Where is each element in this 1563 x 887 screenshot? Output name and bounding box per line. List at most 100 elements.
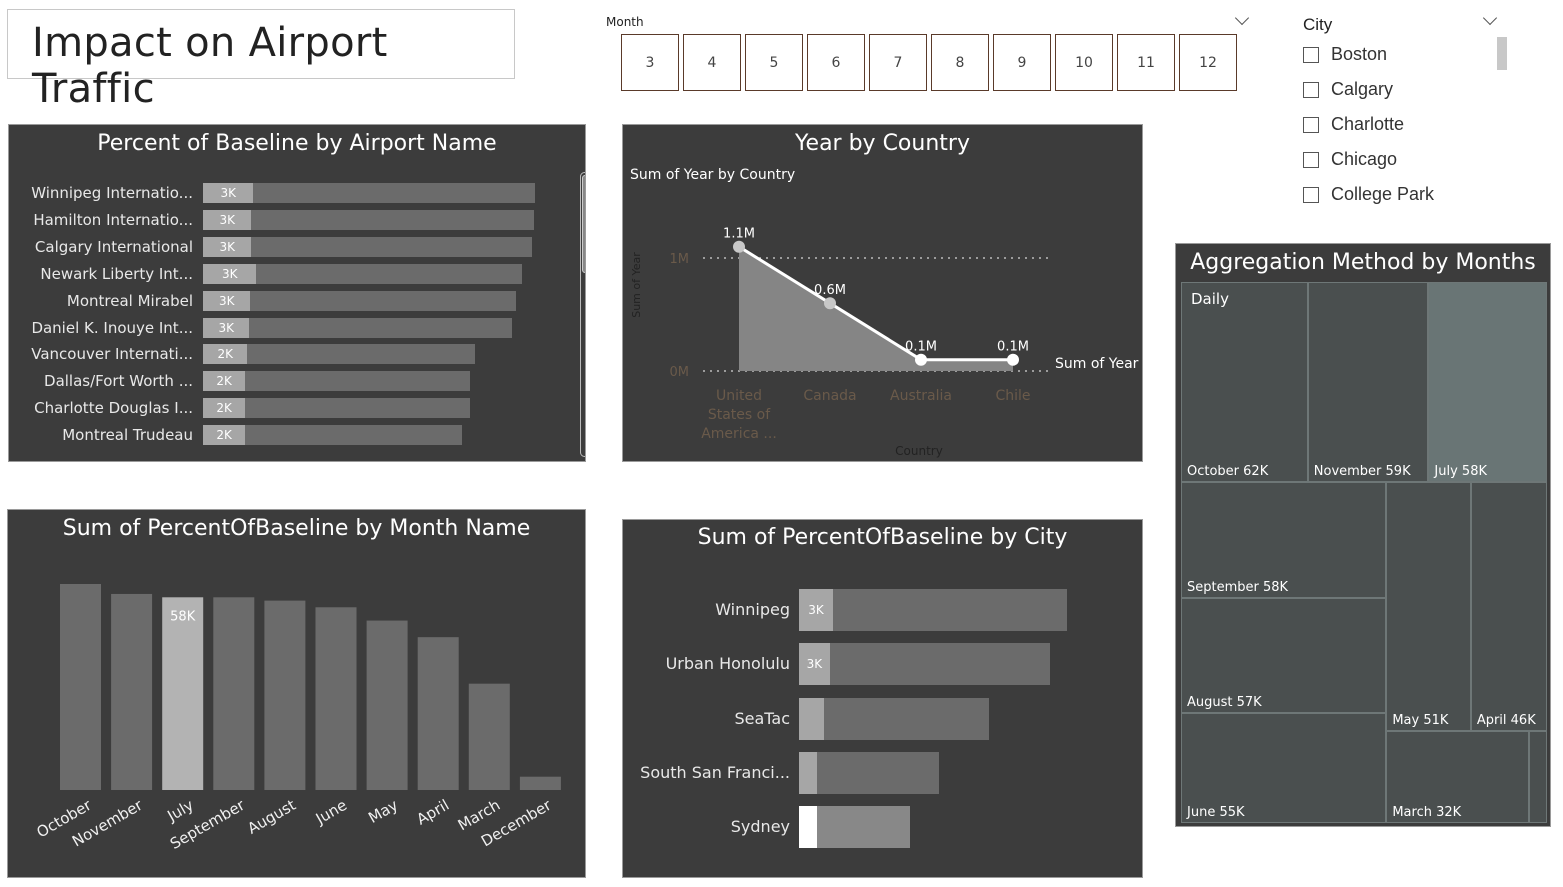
- city-chart-title: Sum of PercentOfBaseline by City: [697, 525, 1068, 550]
- country-value-label: 0.1M: [997, 340, 1029, 355]
- treemap-cell-label: April 46K: [1476, 712, 1536, 728]
- month-bar[interactable]: [264, 600, 306, 790]
- month-option-9[interactable]: 9: [993, 34, 1051, 91]
- month-option-6[interactable]: 6: [807, 34, 865, 91]
- airport-bar-highlight-label: 3K: [203, 209, 252, 230]
- month-bar[interactable]: [315, 607, 357, 790]
- country-point[interactable]: [824, 297, 836, 310]
- airport-bar-highlight-label: 3K: [203, 236, 252, 257]
- city-option-label: Boston: [1331, 44, 1388, 64]
- treemap-cell-november[interactable]: November 59K: [1307, 282, 1429, 482]
- month-x-tick-label: April: [413, 796, 452, 829]
- month-bar-value-label: 58K: [170, 609, 196, 624]
- city-bar-highlight-label: [799, 751, 817, 794]
- checkbox[interactable]: [1303, 46, 1319, 63]
- city-bar-label: SeaTac: [734, 708, 790, 728]
- month-bar[interactable]: [162, 597, 204, 790]
- airport-bar-highlight-label: 3K: [203, 290, 251, 311]
- month-option-11[interactable]: 11: [1117, 34, 1175, 91]
- month-slicer: 3 4 5 6 7 8 9 10 11 12: [621, 34, 1240, 91]
- country-point[interactable]: [733, 240, 745, 253]
- x-axis-title: Country: [895, 444, 943, 458]
- report-title-box: Impact on Airport Traffic: [7, 9, 515, 112]
- month-x-tick-label: June: [312, 796, 350, 828]
- month-option-10[interactable]: 10: [1055, 34, 1113, 91]
- city-bar[interactable]: [799, 589, 1067, 631]
- airport-bar-label: Calgary International: [34, 237, 193, 256]
- airport-bar-label: Charlotte Douglas I...: [34, 399, 193, 418]
- x-tick-label: Canada: [803, 388, 856, 404]
- month-bar[interactable]: [417, 637, 459, 790]
- city-bar-highlight-label: 3K: [799, 589, 834, 631]
- airport-chart-scroll-thumb[interactable]: [582, 175, 585, 273]
- treemap-cell-label: October 62K: [1187, 464, 1269, 479]
- city-bar-highlight-label: [799, 806, 817, 849]
- city-option-calgary[interactable]: Calgary: [1303, 79, 1393, 100]
- month-bar[interactable]: [213, 597, 255, 790]
- month-option-7[interactable]: 7: [869, 34, 927, 91]
- checkbox[interactable]: [1303, 151, 1319, 168]
- month-x-tick-label: July: [163, 796, 196, 826]
- month-option-5[interactable]: 5: [745, 34, 803, 91]
- airport-chart-panel: Percent of Baseline by Airport Name Winn…: [8, 124, 586, 462]
- treemap-cell-may[interactable]: May 51K: [1386, 482, 1471, 731]
- treemap-cell-october[interactable]: October 62K: [1181, 282, 1308, 482]
- city-option-label: College Park: [1331, 184, 1435, 204]
- city-bar-highlight-label: 3K: [799, 643, 830, 686]
- country-point[interactable]: [915, 353, 927, 366]
- month-option-4[interactable]: 4: [683, 34, 741, 91]
- checkbox[interactable]: [1303, 116, 1319, 133]
- y-tick-label: 0M: [670, 365, 690, 380]
- airport-bar-highlight-label: 3K: [203, 263, 257, 284]
- month-bar[interactable]: [519, 776, 561, 790]
- month-slicer-chevron-down-icon[interactable]: [1234, 10, 1250, 26]
- city-slicer-chevron-down-icon[interactable]: [1482, 10, 1498, 26]
- month-option-12[interactable]: 12: [1179, 34, 1237, 91]
- treemap-cell-label: June 55K: [1187, 804, 1245, 820]
- month-chart-panel: Sum of PercentOfBaseline by Month Name O…: [7, 509, 586, 878]
- report-title: Impact on Airport Traffic: [32, 20, 388, 112]
- airport-bar-highlight-label: 3K: [203, 183, 254, 203]
- month-option-3[interactable]: 3: [621, 34, 679, 91]
- treemap-cell-july[interactable]: July 58K: [1428, 282, 1547, 482]
- country-chart-svg: 0M 1M 1.1M United States of America ... 0.6M Ca…: [630, 227, 1139, 458]
- treemap-cell-december[interactable]: [1529, 730, 1547, 823]
- airport-bar-highlight-label: 2K: [203, 425, 246, 446]
- airport-bar-label: Newark Liberty Int...: [40, 264, 193, 283]
- city-option-charlotte[interactable]: Charlotte: [1303, 114, 1404, 135]
- city-bar[interactable]: [799, 643, 1050, 686]
- city-bar-label: Sydney: [730, 817, 790, 837]
- airport-bar-highlight-label: 2K: [203, 371, 246, 392]
- treemap-cell-label: August 57K: [1187, 694, 1262, 710]
- month-bar[interactable]: [468, 683, 510, 790]
- city-bar[interactable]: [799, 697, 990, 740]
- city-option-boston[interactable]: Boston: [1303, 44, 1387, 65]
- treemap-cell-label: March 32K: [1392, 804, 1462, 820]
- month-option-8[interactable]: 8: [931, 34, 989, 91]
- checkbox[interactable]: [1303, 186, 1319, 203]
- month-bar[interactable]: [111, 593, 153, 790]
- treemap-group-label: Daily: [1191, 290, 1229, 308]
- x-tick-label: States of: [708, 407, 771, 423]
- treemap-cell-june[interactable]: June 55K: [1181, 712, 1387, 823]
- city-option-label: Chicago: [1331, 149, 1398, 169]
- city-slicer-scrollbar[interactable]: [1497, 37, 1507, 70]
- treemap-cell-march[interactable]: March 32K: [1386, 730, 1530, 823]
- checkbox[interactable]: [1303, 81, 1319, 98]
- city-option-chicago[interactable]: Chicago: [1303, 149, 1397, 170]
- month-bar[interactable]: [366, 620, 408, 790]
- city-option-college-park[interactable]: College Park: [1303, 184, 1434, 205]
- country-point[interactable]: [1007, 353, 1019, 366]
- month-bar[interactable]: [60, 584, 101, 790]
- airport-bar-label: Montreal Mirabel: [66, 291, 193, 310]
- treemap-cell-september[interactable]: September 58K: [1181, 482, 1387, 599]
- treemap-cell-august[interactable]: August 57K: [1181, 598, 1387, 713]
- treemap-cell-label: September 58K: [1187, 580, 1289, 596]
- airport-chart-title: Percent of Baseline by Airport Name: [97, 131, 497, 156]
- country-value-label: 0.6M: [814, 283, 846, 298]
- airport-bar[interactable]: [203, 236, 532, 257]
- country-value-label: 0.1M: [905, 340, 937, 355]
- treemap-cell-april[interactable]: April 46K: [1470, 482, 1547, 731]
- city-bar[interactable]: [799, 751, 940, 794]
- airport-bar[interactable]: [203, 209, 534, 230]
